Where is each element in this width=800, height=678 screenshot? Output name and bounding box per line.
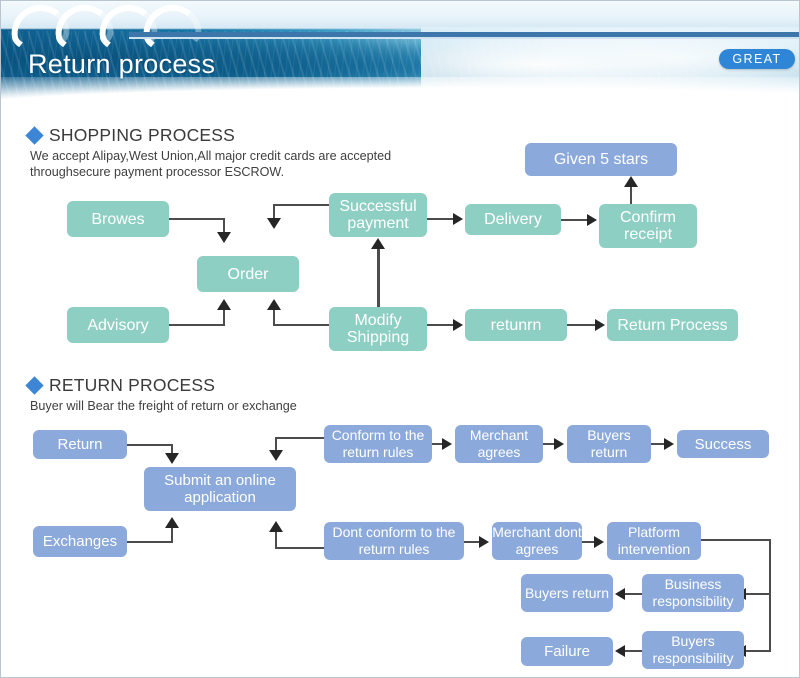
flow-node-business-responsibility: Business responsibility — [642, 574, 744, 612]
arrowhead-right-icon — [442, 438, 452, 450]
arrowhead-down-icon — [267, 218, 281, 229]
connector-line — [625, 650, 642, 652]
connector-line — [427, 324, 455, 326]
arrowhead-left-icon — [615, 645, 625, 657]
connector-line — [746, 650, 771, 652]
flow-node-merchant-dont-agrees: Merchant dont agrees — [492, 522, 582, 560]
connector-line — [169, 218, 225, 220]
connector-line — [769, 539, 771, 651]
flow-node-failure: Failure — [521, 637, 613, 666]
connector-line — [275, 437, 325, 439]
arrowhead-right-icon — [554, 438, 564, 450]
flow-node-modify-shipping: Modify Shipping — [329, 307, 427, 351]
arrowhead-up-icon — [165, 517, 179, 528]
connector-line — [701, 539, 771, 541]
section-heading-label: RETURN PROCESS — [49, 375, 216, 395]
flow-node-delivery: Delivery — [465, 204, 561, 235]
connector-line — [427, 218, 455, 220]
connector-line — [567, 324, 597, 326]
arrowhead-right-icon — [453, 319, 463, 331]
arrowhead-right-icon — [664, 438, 674, 450]
arrowhead-up-icon — [267, 299, 281, 310]
connector-line — [171, 528, 173, 543]
flow-node-submit-online-application: Submit an online application — [144, 467, 296, 511]
section-heading-return: RETURN PROCESS — [25, 375, 216, 396]
flow-node-successful-payment: Successful payment — [329, 193, 427, 237]
connector-line — [746, 593, 771, 595]
arrowhead-down-icon — [165, 453, 179, 464]
arrowhead-up-icon — [269, 521, 283, 532]
arrowhead-right-icon — [587, 214, 597, 226]
flow-node-confirm-receipt: Confirm receipt — [599, 204, 697, 248]
connector-line — [273, 324, 331, 326]
connector-line — [273, 204, 331, 206]
connector-line — [223, 310, 225, 326]
flow-node-retunrn: retunrn — [465, 309, 567, 341]
flow-node-success: Success — [677, 430, 769, 458]
great-badge: GREAT — [719, 49, 795, 69]
flow-node-platform-intervention: Platform intervention — [607, 522, 701, 560]
flow-node-return: Return — [33, 430, 127, 459]
connector-line — [273, 310, 275, 326]
banner-divider-light — [129, 37, 799, 39]
connector-line — [625, 593, 642, 595]
flow-node-conform-to-return-rules: Conform to the return rules — [324, 425, 432, 463]
section-heading-shopping: SHOPPING PROCESS — [25, 125, 236, 146]
flow-node-buyers-responsibility: Buyers responsibility — [642, 631, 744, 669]
arrowhead-right-icon — [594, 536, 604, 548]
arrowhead-right-icon — [453, 213, 463, 225]
connector-line — [275, 547, 325, 549]
flow-node-dont-conform-to-return-rules: Dont conform to the return rules — [324, 522, 464, 560]
flow-node-exchanges: Exchanges — [33, 526, 127, 557]
connector-line — [275, 437, 277, 451]
arrowhead-down-icon — [217, 232, 231, 243]
connector-line — [223, 218, 225, 233]
arrowhead-right-icon — [595, 319, 605, 331]
diamond-bullet-icon — [25, 376, 44, 395]
arrowhead-up-icon — [217, 299, 231, 310]
header-banner: Return process GREAT — [1, 1, 799, 101]
arrowhead-left-icon — [615, 588, 625, 600]
section-subtext-shopping: We accept Alipay,West Union,All major cr… — [30, 149, 392, 179]
connector-line — [169, 324, 225, 326]
flow-node-merchant-agrees: Merchant agrees — [455, 425, 543, 463]
arrowhead-down-icon — [269, 450, 283, 461]
arrowhead-up-icon — [624, 176, 638, 187]
connector-line — [377, 249, 380, 307]
page-root: Return process GREAT SHOPPING PROCESS We… — [0, 0, 800, 678]
flow-node-browes: Browes — [67, 201, 169, 237]
connector-line — [561, 219, 589, 221]
connector-line — [275, 532, 277, 549]
flow-node-buyers-return-bottom: Buyers return — [521, 574, 613, 612]
connector-line — [630, 187, 632, 205]
arrowhead-right-icon — [479, 536, 489, 548]
section-subtext-return: Buyer will Bear the freight of return or… — [30, 399, 297, 413]
connector-line — [127, 541, 173, 543]
flow-node-given-5-stars: Given 5 stars — [525, 143, 677, 176]
arrowhead-up-icon — [371, 238, 385, 249]
diamond-bullet-icon — [25, 126, 44, 145]
foam-bottom-graphic — [1, 77, 799, 101]
flow-node-advisory: Advisory — [67, 307, 169, 343]
section-heading-label: SHOPPING PROCESS — [49, 125, 236, 145]
page-title: Return process — [28, 49, 216, 79]
flow-node-return-process: Return Process — [607, 309, 738, 341]
flow-node-buyers-return-top: Buyers return — [567, 425, 651, 463]
connector-line — [127, 444, 173, 446]
flow-node-order: Order — [197, 256, 299, 292]
connector-line — [273, 204, 275, 219]
